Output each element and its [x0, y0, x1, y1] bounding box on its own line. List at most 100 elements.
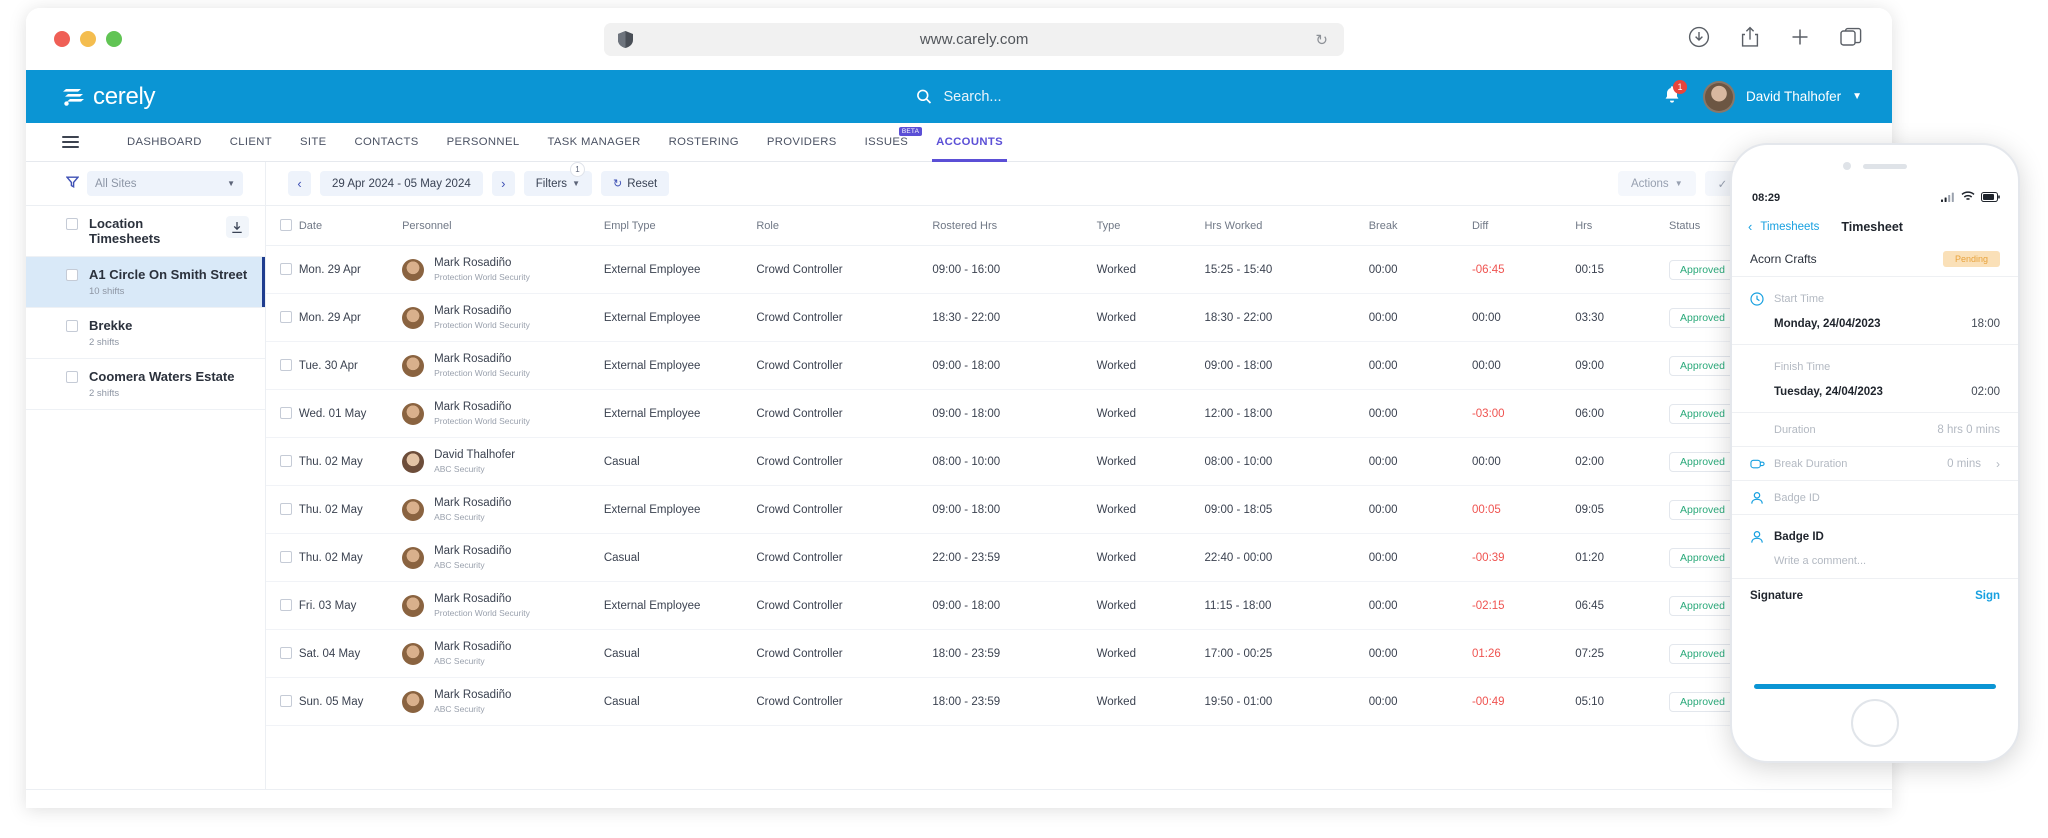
cell-role: Crowd Controller [756, 533, 933, 582]
sidebar-item-coomera-waters-estate[interactable]: Coomera Waters Estate 2 shifts [26, 359, 265, 410]
reload-icon[interactable]: ↻ [1315, 31, 1328, 49]
header-date[interactable]: Date [298, 206, 403, 246]
table-row[interactable]: Mon. 29 Apr Mark Rosadiño Protection World… [266, 245, 1892, 294]
site-select[interactable]: All Sites ▼ [87, 171, 243, 196]
row-checkbox[interactable] [280, 311, 292, 323]
nav-item-issues[interactable]: ISSUES BETA [851, 123, 923, 162]
table-row[interactable]: Thu. 02 May Mark Rosadiño ABC Security Casu… [266, 533, 1892, 582]
table-row[interactable]: Wed. 01 May Mark Rosadiño Protection World… [266, 389, 1892, 438]
status-badge[interactable]: Approved [1669, 691, 1736, 712]
phone-signature-row[interactable]: Signature Sign [1732, 579, 2018, 613]
phone-home-button[interactable] [1851, 699, 1899, 747]
global-search[interactable]: Search... [916, 89, 1002, 105]
row-checkbox[interactable] [280, 551, 292, 563]
per-view-select[interactable]: 20 per view ▼ [861, 807, 931, 809]
row-checkbox[interactable] [280, 455, 292, 467]
next-page-button[interactable]: › [1004, 807, 1007, 808]
cell-type: Worked [1096, 485, 1205, 534]
header-personnel[interactable]: Personnel [402, 206, 604, 246]
nav-item-contacts[interactable]: CONTACTS [341, 123, 433, 162]
nav-item-personnel[interactable]: PERSONNEL [433, 123, 534, 162]
nav-item-client[interactable]: CLIENT [216, 123, 286, 162]
table-row[interactable]: Fri. 03 May Mark Rosadiño Protection World… [266, 581, 1892, 630]
nav-item-accounts[interactable]: ACCOUNTS [922, 123, 1017, 162]
reset-button[interactable]: ↻ Reset [600, 171, 670, 196]
status-badge[interactable]: Approved [1669, 355, 1736, 376]
phone-back-label[interactable]: Timesheets [1760, 221, 1819, 233]
header-diff[interactable]: Diff [1471, 206, 1576, 246]
row-checkbox[interactable] [280, 503, 292, 515]
phone-finish-time-row[interactable]: Tuesday, 24/04/2023 02:00 [1732, 379, 2018, 413]
brand-logo[interactable]: cerely [60, 83, 156, 111]
prev-page-button[interactable]: ‹ [953, 807, 956, 808]
tabs-icon[interactable] [1840, 27, 1862, 47]
status-badge[interactable]: Approved [1669, 259, 1736, 280]
status-badge[interactable]: Approved [1669, 595, 1736, 616]
close-window-button[interactable] [54, 31, 70, 47]
table-row[interactable]: Thu. 02 May David Thalhofer ABC Security Ca… [266, 437, 1892, 486]
select-all-rows-checkbox[interactable] [280, 219, 292, 231]
row-checkbox[interactable] [66, 269, 78, 281]
download-icon[interactable] [225, 216, 249, 238]
sidebar-item-brekke[interactable]: Brekke 2 shifts [26, 308, 265, 359]
table-row[interactable]: Sat. 04 May Mark Rosadiño ABC Security Casu… [266, 629, 1892, 678]
header-empl-type[interactable]: Empl Type [603, 206, 757, 246]
maximize-window-button[interactable] [106, 31, 122, 47]
header-rostered-hrs[interactable]: Rostered Hrs [932, 206, 1097, 246]
status-badge[interactable]: Approved [1669, 499, 1736, 520]
row-checkbox[interactable] [280, 695, 292, 707]
filter-icon[interactable] [65, 176, 80, 191]
row-checkbox[interactable] [280, 599, 292, 611]
sidebar-header-row[interactable]: Location Timesheets [26, 206, 265, 257]
status-badge[interactable]: Approved [1669, 403, 1736, 424]
actions-button[interactable]: Actions ▼ [1617, 171, 1696, 196]
phone-comment-row[interactable]: Write a comment... [1732, 549, 2018, 579]
row-checkbox[interactable] [66, 320, 78, 332]
phone-badge-id-row-2[interactable]: Badge ID [1732, 515, 2018, 549]
table-row[interactable]: Tue. 30 Apr Mark Rosadiño Protection World… [266, 341, 1892, 390]
chevron-left-icon[interactable]: ‹ [1748, 219, 1752, 234]
header-type[interactable]: Type [1096, 206, 1205, 246]
status-badge[interactable]: Approved [1669, 307, 1736, 328]
plus-icon[interactable] [1790, 27, 1810, 47]
date-range-picker[interactable]: 29 Apr 2024 - 05 May 2024 [320, 171, 483, 196]
phone-start-time-row[interactable]: Monday, 24/04/2023 18:00 [1732, 311, 2018, 345]
status-badge[interactable]: Approved [1669, 643, 1736, 664]
status-badge[interactable]: Approved [1669, 547, 1736, 568]
phone-sign-button[interactable]: Sign [1975, 590, 2000, 602]
filters-button[interactable]: Filters ▼ 1 [523, 162, 592, 196]
header-break[interactable]: Break [1368, 206, 1472, 246]
row-checkbox[interactable] [280, 263, 292, 275]
phone-break-row[interactable]: Break Duration 0 mins › [1732, 447, 2018, 481]
header-hrs[interactable]: Hrs [1575, 206, 1670, 246]
table-row[interactable]: Sun. 05 May Mark Rosadiño ABC Security Casu… [266, 677, 1892, 726]
header-hrs-worked[interactable]: Hrs Worked [1204, 206, 1369, 246]
header-role[interactable]: Role [756, 206, 933, 246]
user-menu[interactable]: David Thalhofer ▼ [1703, 80, 1862, 113]
nav-item-task-manager[interactable]: TASK MANAGER [533, 123, 654, 162]
row-checkbox[interactable] [280, 647, 292, 659]
nav-item-providers[interactable]: PROVIDERS [753, 123, 851, 162]
sidebar-item-a1-circle-on-smith-street[interactable]: A1 Circle On Smith Street 10 shifts [26, 257, 265, 308]
nav-item-site[interactable]: SITE [286, 123, 341, 162]
table-row[interactable]: Thu. 02 May Mark Rosadiño ABC Security Exte… [266, 485, 1892, 534]
table-row[interactable]: Mon. 29 Apr Mark Rosadiño Protection World… [266, 293, 1892, 342]
phone-badge-id-row[interactable]: Badge ID [1732, 481, 2018, 515]
address-bar[interactable]: www.carely.com ↻ [604, 23, 1344, 56]
powered-link[interactable]: Cerely Workforce Management [1719, 807, 1864, 809]
cell-role: Crowd Controller [756, 389, 933, 438]
status-badge[interactable]: Approved [1669, 451, 1736, 472]
download-icon[interactable] [1688, 26, 1710, 48]
menu-toggle-button[interactable] [62, 136, 79, 148]
notifications-button[interactable]: 1 [1663, 79, 1688, 109]
row-checkbox[interactable] [66, 371, 78, 383]
minimize-window-button[interactable] [80, 31, 96, 47]
share-icon[interactable] [1740, 26, 1760, 48]
prev-period-button[interactable]: ‹ [288, 171, 311, 196]
nav-item-rostering[interactable]: ROSTERING [655, 123, 753, 162]
select-all-checkbox[interactable] [66, 218, 78, 230]
row-checkbox[interactable] [280, 359, 292, 371]
next-period-button[interactable]: › [491, 171, 515, 196]
row-checkbox[interactable] [280, 407, 292, 419]
nav-item-dashboard[interactable]: DASHBOARD [113, 123, 216, 162]
